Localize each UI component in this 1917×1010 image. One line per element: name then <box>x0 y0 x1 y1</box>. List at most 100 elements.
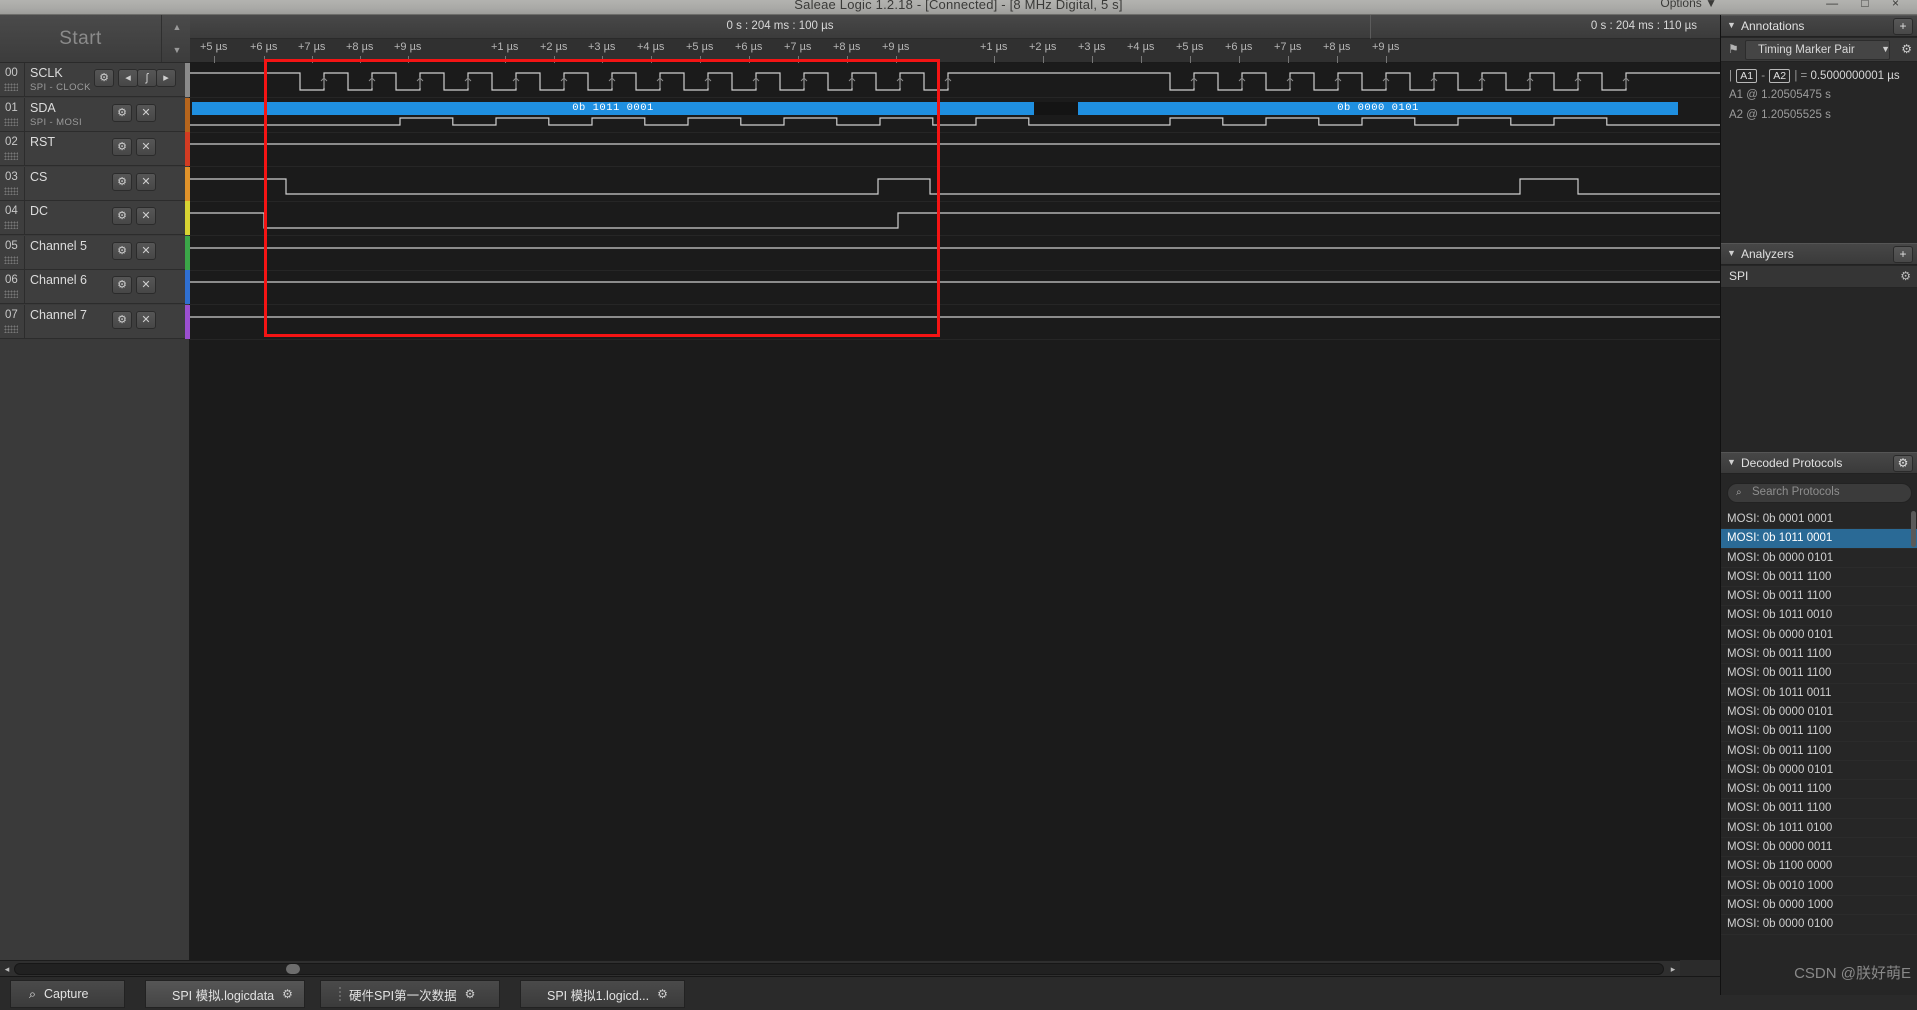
channel-row-sclk[interactable]: 00 SCLK SPI - CLOCK ⚙ ◂ ʃ ▸ <box>0 63 190 97</box>
drag-handle-icon[interactable] <box>4 324 18 333</box>
horizontal-scrollbar[interactable]: ◂ ▸ <box>0 960 1680 976</box>
decoded-protocol-item[interactable]: MOSI: 0b 0000 0101 <box>1721 626 1917 646</box>
decoded-protocol-item[interactable]: MOSI: 0b 0011 1100 <box>1721 568 1917 588</box>
chevron-down-icon[interactable]: ▼ <box>1727 20 1736 30</box>
channel-settings-gear-icon[interactable]: ⚙ <box>112 138 132 156</box>
close-icon[interactable]: ✕ <box>136 172 156 191</box>
protocol-list-scrollbar[interactable] <box>1911 511 1916 547</box>
drag-handle-icon[interactable] <box>4 290 18 298</box>
add-annotation-button[interactable]: + <box>1893 18 1913 35</box>
edge-trigger-icon[interactable]: ʃ <box>137 69 157 87</box>
channel-row-sda[interactable]: 01 SDA SPI - MOSI ⚙ ✕ <box>0 97 190 132</box>
waveform-row-channel-6[interactable] <box>190 271 1917 305</box>
channel-settings-gear-icon[interactable]: ⚙ <box>94 69 114 87</box>
analyzers-section-header[interactable]: ▼ Analyzers + <box>1721 243 1917 265</box>
decoded-protocol-item[interactable]: MOSI: 0b 0011 1100 <box>1721 587 1917 607</box>
time-ruler[interactable]: +5 µs +6 µs +7 µs +8 µs +9 µs +1 µs +2 µs +3 µs… <box>190 39 1917 63</box>
decoded-protocol-item[interactable]: MOSI: 0b 1011 0010 <box>1721 606 1917 626</box>
waveform-row-sda[interactable]: 0b 1011 0001 0b 0000 0101 <box>190 99 1917 133</box>
channel-row-channel-7[interactable]: 07 Channel 7 ⚙ ✕ <box>0 304 190 339</box>
drag-handle-icon[interactable] <box>4 152 18 160</box>
channel-settings-gear-icon[interactable]: ⚙ <box>112 241 132 260</box>
decoded-protocol-item[interactable]: MOSI: 0b 0011 1100 <box>1721 722 1917 742</box>
session-tab-1[interactable]: SPI 模拟.logicdata ⚙ <box>145 980 305 1008</box>
decoded-protocol-item[interactable]: MOSI: 0b 0000 0101 <box>1721 549 1917 568</box>
waveform-row-channel-5[interactable] <box>190 237 1917 271</box>
channel-row-channel-5[interactable]: 05 Channel 5 ⚙ ✕ <box>0 235 190 270</box>
channel-settings-gear-icon[interactable]: ⚙ <box>112 207 132 225</box>
gear-icon[interactable]: ⚙ <box>465 987 476 1001</box>
close-icon[interactable]: ✕ <box>136 241 156 260</box>
gear-icon[interactable]: ⚙ <box>657 987 668 1001</box>
channel-row-rst[interactable]: 02 RST ⚙ ✕ <box>0 132 190 166</box>
drag-handle-icon[interactable] <box>4 83 18 91</box>
channel-settings-gear-icon[interactable]: ⚙ <box>112 310 132 329</box>
scroll-right-arrow[interactable]: ▸ <box>1666 962 1680 976</box>
analyzer-item-spi[interactable]: SPI ⚙ <box>1721 266 1917 288</box>
decoded-protocol-item[interactable]: MOSI: 0b 1011 0100 <box>1721 819 1917 839</box>
decoded-protocol-item[interactable]: MOSI: 0b 0000 0101 <box>1721 703 1917 723</box>
capture-duration-decrease[interactable]: ▼ <box>166 39 188 62</box>
decoded-protocol-list[interactable]: MOSI: 0b 0001 0001 MOSI: 0b 1011 0001 MOSI… <box>1721 510 1917 995</box>
chevron-down-icon[interactable]: ▼ <box>1881 44 1890 54</box>
waveform-row-channel-7[interactable] <box>190 306 1917 340</box>
decoded-protocol-item[interactable]: MOSI: 0b 0011 1100 <box>1721 799 1917 819</box>
gear-icon[interactable]: ⚙ <box>282 987 293 1001</box>
waveform-row-rst[interactable] <box>190 133 1917 167</box>
decoded-protocols-settings-button[interactable]: ⚙ <box>1893 455 1913 472</box>
decoded-protocol-item[interactable]: MOSI: 0b 0000 0101 <box>1721 761 1917 781</box>
gear-icon[interactable]: ⚙ <box>1900 269 1911 283</box>
decoded-protocol-item[interactable]: MOSI: 0b 0011 1100 <box>1721 780 1917 800</box>
drag-handle-icon[interactable] <box>4 117 18 126</box>
chevron-down-icon[interactable]: ▼ <box>1727 248 1736 258</box>
chevron-down-icon[interactable]: ▼ <box>1727 457 1736 467</box>
close-icon[interactable]: ✕ <box>136 207 156 225</box>
decoded-protocol-item[interactable]: MOSI: 0b 1011 0001 <box>1721 529 1917 549</box>
waveform-row-cs[interactable] <box>190 168 1917 202</box>
decoded-protocol-item[interactable]: MOSI: 0b 0010 1000 <box>1721 877 1917 896</box>
drag-handle-icon[interactable] <box>4 255 18 264</box>
marker-pair-select[interactable]: Timing Marker Pair <box>1745 40 1890 60</box>
decoded-protocol-item[interactable]: MOSI: 0b 0000 0011 <box>1721 838 1917 858</box>
decoded-protocols-section-header[interactable]: ▼ Decoded Protocols ⚙ <box>1721 452 1917 474</box>
scroll-thumb[interactable] <box>286 964 300 974</box>
channel-settings-gear-icon[interactable]: ⚙ <box>112 172 132 191</box>
session-tab-3[interactable]: SPI 模拟1.logicd... ⚙ <box>520 980 685 1008</box>
decoded-protocol-item[interactable]: MOSI: 0b 0011 1100 <box>1721 645 1917 665</box>
session-tab-2[interactable]: 硬件SPI第一次数据 ⚙ <box>320 980 500 1008</box>
drag-handle-icon[interactable] <box>4 186 18 195</box>
close-icon[interactable]: ✕ <box>136 276 156 294</box>
options-menu[interactable]: Options ▼ <box>1660 0 1717 10</box>
scroll-track[interactable] <box>14 963 1664 975</box>
channel-settings-gear-icon[interactable]: ⚙ <box>112 276 132 294</box>
session-tab-0[interactable]: ⌕ Capture <box>10 980 125 1008</box>
next-edge-button[interactable]: ▸ <box>156 69 176 87</box>
decoded-protocol-item[interactable]: MOSI: 0b 0011 1100 <box>1721 664 1917 684</box>
waveform-row-sclk[interactable] <box>190 64 1917 98</box>
decoded-protocol-item[interactable]: MOSI: 0b 0000 0100 <box>1721 915 1917 935</box>
start-button[interactable]: Start <box>0 15 162 62</box>
close-icon[interactable]: ✕ <box>136 138 156 156</box>
annotations-section-header[interactable]: ▼ Annotations + <box>1721 15 1917 37</box>
timing-marker-pair-row[interactable]: ⚑ Timing Marker Pair ▼ ⚙ <box>1721 38 1917 62</box>
window-controls[interactable]: — □ × <box>1826 0 1909 10</box>
channel-row-dc[interactable]: 04 DC ⚙ ✕ <box>0 201 190 235</box>
decoded-protocol-item[interactable]: MOSI: 0b 1100 0000 <box>1721 857 1917 877</box>
waveform-graph[interactable]: 0 s : 204 ms : 100 µs 0 s : 204 ms : 110… <box>190 15 1917 960</box>
search-protocols-field[interactable]: ⌕ Search Protocols <box>1727 483 1912 503</box>
close-icon[interactable]: ✕ <box>136 310 156 329</box>
channel-row-channel-6[interactable]: 06 Channel 6 ⚙ ✕ <box>0 270 190 304</box>
decoded-protocol-item[interactable]: MOSI: 0b 0001 0001 <box>1721 510 1917 530</box>
close-icon[interactable]: ✕ <box>136 103 156 122</box>
channel-row-cs[interactable]: 03 CS ⚙ ✕ <box>0 166 190 201</box>
previous-edge-button[interactable]: ◂ <box>118 69 138 87</box>
add-analyzer-button[interactable]: + <box>1893 246 1913 263</box>
waveform-row-dc[interactable] <box>190 202 1917 236</box>
tab-drag-handle-icon[interactable] <box>339 986 341 1002</box>
decoded-protocol-item[interactable]: MOSI: 0b 0000 1000 <box>1721 896 1917 916</box>
channel-settings-gear-icon[interactable]: ⚙ <box>112 103 132 122</box>
decoded-protocol-item[interactable]: MOSI: 0b 1011 0011 <box>1721 684 1917 703</box>
drag-handle-icon[interactable] <box>4 221 18 229</box>
scroll-left-arrow[interactable]: ◂ <box>0 962 14 976</box>
gear-icon[interactable]: ⚙ <box>1901 42 1912 56</box>
